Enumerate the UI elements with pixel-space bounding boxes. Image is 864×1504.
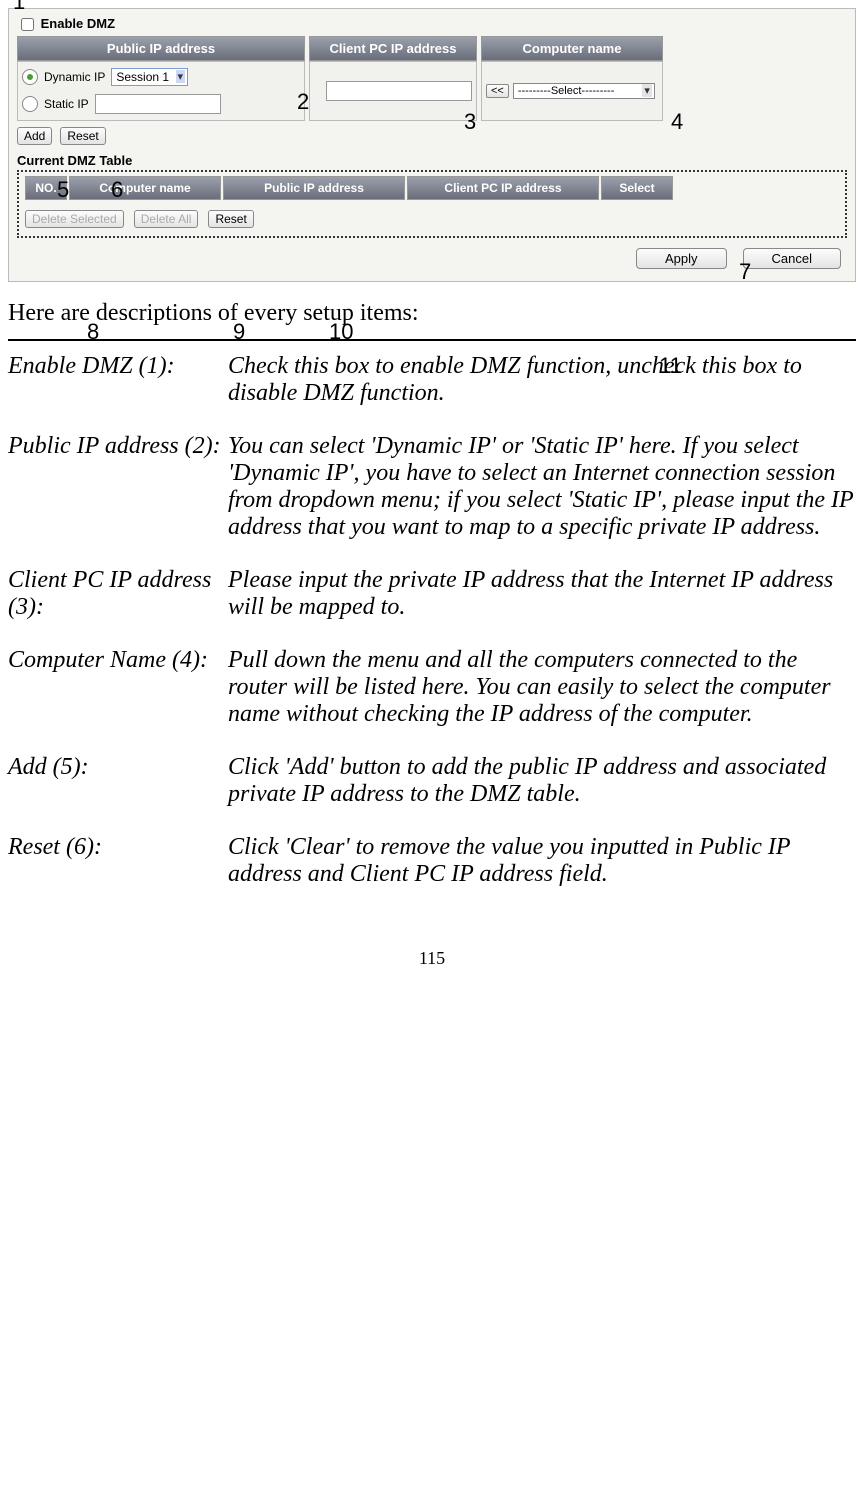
annotation-11: 11 bbox=[659, 353, 682, 379]
reset-table-button[interactable]: Reset bbox=[208, 210, 253, 228]
annotation-10: 10 bbox=[329, 319, 353, 345]
dmz-header-select: Select bbox=[601, 176, 673, 200]
item-reset: Reset (6): Click 'Clear' to remove the v… bbox=[8, 834, 856, 888]
item-text: Pull down the menu and all the computers… bbox=[228, 647, 856, 728]
dmz-table: NO. Computer name Public IP address Clie… bbox=[17, 170, 847, 238]
static-ip-label: Static IP bbox=[44, 97, 89, 111]
dynamic-ip-radio[interactable] bbox=[22, 69, 38, 85]
item-client-ip: Client PC IP address (3): Please input t… bbox=[8, 567, 856, 621]
header-client-ip: Client PC IP address bbox=[309, 36, 477, 61]
item-label: Client PC IP address (3): bbox=[8, 567, 228, 621]
add-button[interactable]: Add bbox=[17, 127, 52, 145]
dmz-config-panel: 1 2 3 4 5 6 7 8 9 10 11 Enable DMZ Publi… bbox=[8, 8, 856, 282]
delete-selected-button[interactable]: Delete Selected bbox=[25, 210, 124, 228]
static-ip-input[interactable] bbox=[95, 94, 221, 114]
intro-text: Here are descriptions of every setup ite… bbox=[8, 300, 856, 327]
enable-dmz-label: Enable DMZ bbox=[41, 16, 115, 31]
item-label: Public IP address (2): bbox=[8, 433, 228, 541]
page-number: 115 bbox=[0, 948, 864, 969]
item-label: Reset (6): bbox=[8, 834, 228, 888]
client-ip-cell bbox=[309, 61, 477, 121]
public-ip-cell: Dynamic IP Session 1 Static IP bbox=[17, 61, 305, 121]
annotation-4: 4 bbox=[671, 109, 683, 135]
item-enable-dmz: Enable DMZ (1): Check this box to enable… bbox=[8, 353, 856, 407]
annotation-2: 2 bbox=[297, 89, 309, 115]
reset-button[interactable]: Reset bbox=[60, 127, 105, 145]
annotation-1: 1 bbox=[13, 0, 25, 15]
assign-arrow-button[interactable]: << bbox=[486, 84, 509, 98]
item-text: You can select 'Dynamic IP' or 'Static I… bbox=[228, 433, 856, 541]
descriptions-list: Enable DMZ (1): Check this box to enable… bbox=[8, 353, 856, 888]
item-label: Computer Name (4): bbox=[8, 647, 228, 728]
annotation-9: 9 bbox=[233, 319, 245, 345]
dmz-header-public: Public IP address bbox=[223, 176, 405, 200]
header-public-ip: Public IP address bbox=[17, 36, 305, 61]
header-computer-name: Computer name bbox=[481, 36, 663, 61]
apply-button[interactable]: Apply bbox=[636, 248, 727, 269]
computer-select[interactable]: ---------Select--------- bbox=[513, 83, 655, 99]
item-text: Click 'Clear' to remove the value you in… bbox=[228, 834, 856, 888]
annotation-7: 7 bbox=[739, 259, 751, 285]
item-label: Enable DMZ (1): bbox=[8, 353, 228, 407]
item-text: Check this box to enable DMZ function, u… bbox=[228, 353, 856, 407]
item-add: Add (5): Click 'Add' button to add the p… bbox=[8, 754, 856, 808]
client-ip-input[interactable] bbox=[326, 81, 472, 101]
separator-line bbox=[8, 339, 856, 341]
item-public-ip: Public IP address (2): You can select 'D… bbox=[8, 433, 856, 541]
dmz-header-client: Client PC IP address bbox=[407, 176, 599, 200]
annotation-3: 3 bbox=[464, 109, 476, 135]
item-text: Please input the private IP address that… bbox=[228, 567, 856, 621]
cancel-button[interactable]: Cancel bbox=[743, 248, 841, 269]
item-label: Add (5): bbox=[8, 754, 228, 808]
dynamic-ip-label: Dynamic IP bbox=[44, 70, 105, 84]
item-text: Click 'Add' button to add the public IP … bbox=[228, 754, 856, 808]
static-ip-radio[interactable] bbox=[22, 96, 38, 112]
computer-name-cell: << ---------Select--------- bbox=[481, 61, 663, 121]
annotation-8: 8 bbox=[87, 319, 99, 345]
item-computer-name: Computer Name (4): Pull down the menu an… bbox=[8, 647, 856, 728]
session-select[interactable]: Session 1 bbox=[111, 68, 188, 86]
annotation-6: 6 bbox=[111, 177, 123, 203]
enable-dmz-checkbox[interactable] bbox=[21, 18, 34, 31]
annotation-5: 5 bbox=[57, 177, 69, 203]
dmz-header-computer: Computer name bbox=[69, 176, 221, 200]
delete-all-button[interactable]: Delete All bbox=[134, 210, 199, 228]
dmz-table-title: Current DMZ Table bbox=[17, 153, 847, 168]
